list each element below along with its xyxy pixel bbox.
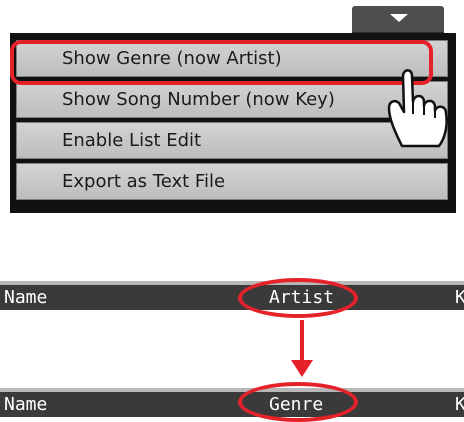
list-header-before: Name Artist K bbox=[0, 281, 464, 310]
column-artist: Artist bbox=[269, 287, 335, 308]
column-next: K bbox=[455, 394, 464, 415]
chevron-down-icon bbox=[390, 14, 408, 22]
list-header-after: Name Genre K bbox=[0, 388, 464, 417]
pointing-hand-icon bbox=[387, 69, 448, 148]
arrow-head bbox=[291, 360, 313, 377]
menu-toggle-button[interactable] bbox=[352, 6, 444, 35]
column-genre: Genre bbox=[269, 394, 324, 415]
column-next: K bbox=[455, 287, 464, 308]
arrow-down-icon bbox=[300, 320, 304, 363]
menu-item-export-text-file[interactable]: Export as Text File bbox=[16, 163, 448, 200]
column-name: Name bbox=[4, 287, 48, 308]
column-name: Name bbox=[4, 394, 48, 415]
